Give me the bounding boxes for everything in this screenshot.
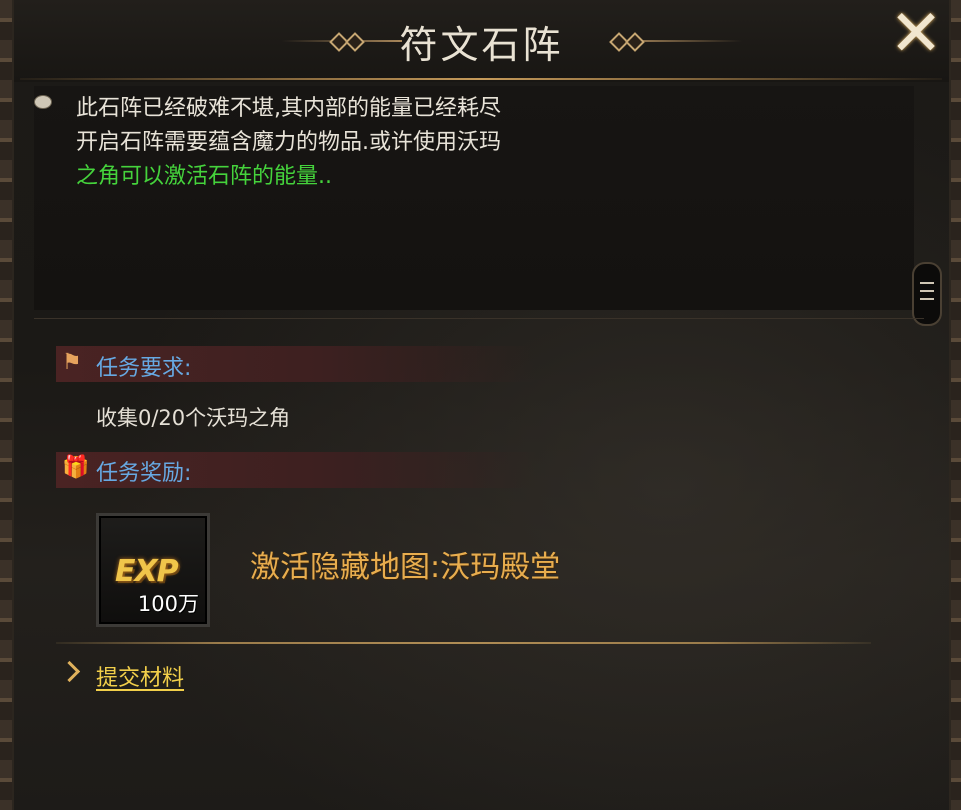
speech-bubble-icon [34, 95, 52, 109]
scrollbar-handle[interactable] [912, 262, 942, 326]
frame-left-edge [0, 0, 12, 810]
close-x-icon[interactable]: ✕ [884, 2, 948, 66]
grip-line [920, 290, 934, 292]
gift-box-icon: 🎁 [62, 455, 90, 480]
chevron-right-icon [58, 660, 81, 683]
description-highlight-line: 之角可以激活石阵的能量.. [76, 164, 332, 189]
submit-materials-link[interactable]: 提交材料 [96, 660, 184, 692]
quest-flag-icon: ⚑ [62, 350, 82, 375]
quest-dialog: 符文石阵 ✕ 此石阵已经破难不堪,其内部的能量已经耗尽 开启石阵需要蕴含魔力的物… [12, 0, 951, 810]
exp-icon: EXP [115, 554, 179, 589]
bottom-divider [56, 642, 871, 644]
description-line-2: 开启石阵需要蕴含魔力的物品.或许使用沃玛 [76, 130, 501, 155]
title-divider [20, 78, 942, 80]
requirement-text: 收集0/20个沃玛之角 [96, 406, 291, 430]
exp-reward-item[interactable]: EXP 100万 [96, 513, 210, 627]
item-count: 100万 [137, 592, 199, 616]
requirement-title: 任务要求: [96, 356, 192, 381]
reward-title: 任务奖励: [96, 461, 192, 486]
grip-line [920, 298, 934, 300]
grip-line [920, 282, 934, 284]
reward-text: 激活隐藏地图:沃玛殿堂 [250, 550, 561, 585]
section-divider [34, 318, 924, 319]
window-title: 符文石阵 [399, 23, 564, 67]
description-line-1: 此石阵已经破难不堪,其内部的能量已经耗尽 [76, 96, 501, 121]
